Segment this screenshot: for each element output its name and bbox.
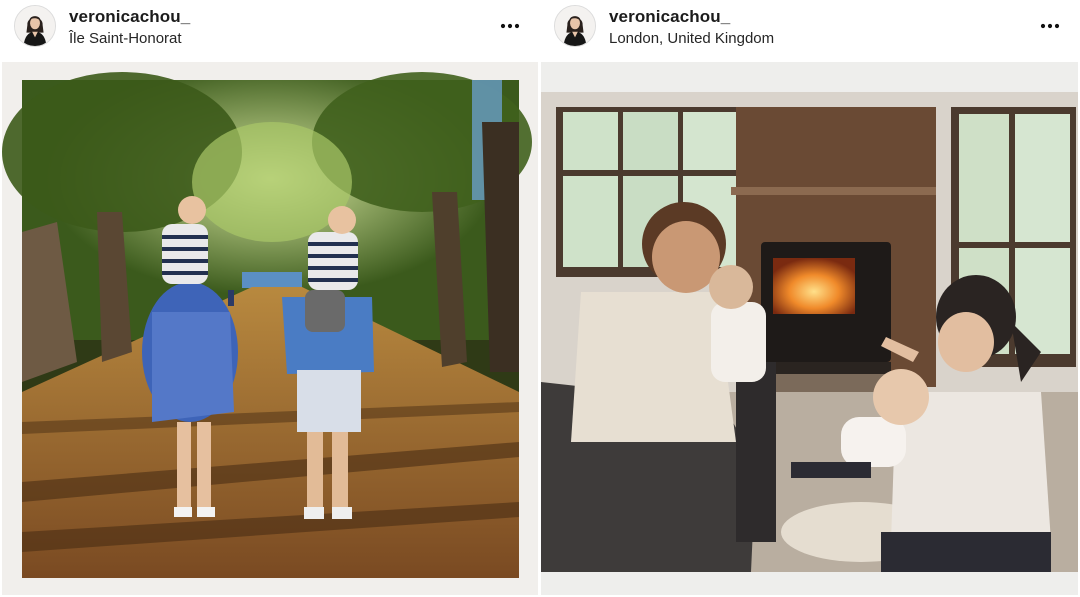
more-options-icon[interactable]: [1038, 14, 1062, 38]
post-card: veronicachou_ London, United Kingdom: [540, 0, 1080, 597]
post-photo[interactable]: [2, 62, 538, 595]
username[interactable]: veronicachou_: [69, 7, 190, 27]
profile-avatar[interactable]: [554, 5, 596, 47]
post-card: veronicachou_ Île Saint-Honorat: [0, 0, 540, 597]
post-header: veronicachou_ London, United Kingdom: [540, 0, 1080, 60]
more-options-icon[interactable]: [498, 14, 522, 38]
location-link[interactable]: Île Saint-Honorat: [69, 30, 182, 47]
location-link[interactable]: London, United Kingdom: [609, 30, 774, 47]
post-header: veronicachou_ Île Saint-Honorat: [0, 0, 540, 60]
profile-avatar[interactable]: [14, 5, 56, 47]
username[interactable]: veronicachou_: [609, 7, 730, 27]
post-photo[interactable]: [541, 62, 1078, 595]
